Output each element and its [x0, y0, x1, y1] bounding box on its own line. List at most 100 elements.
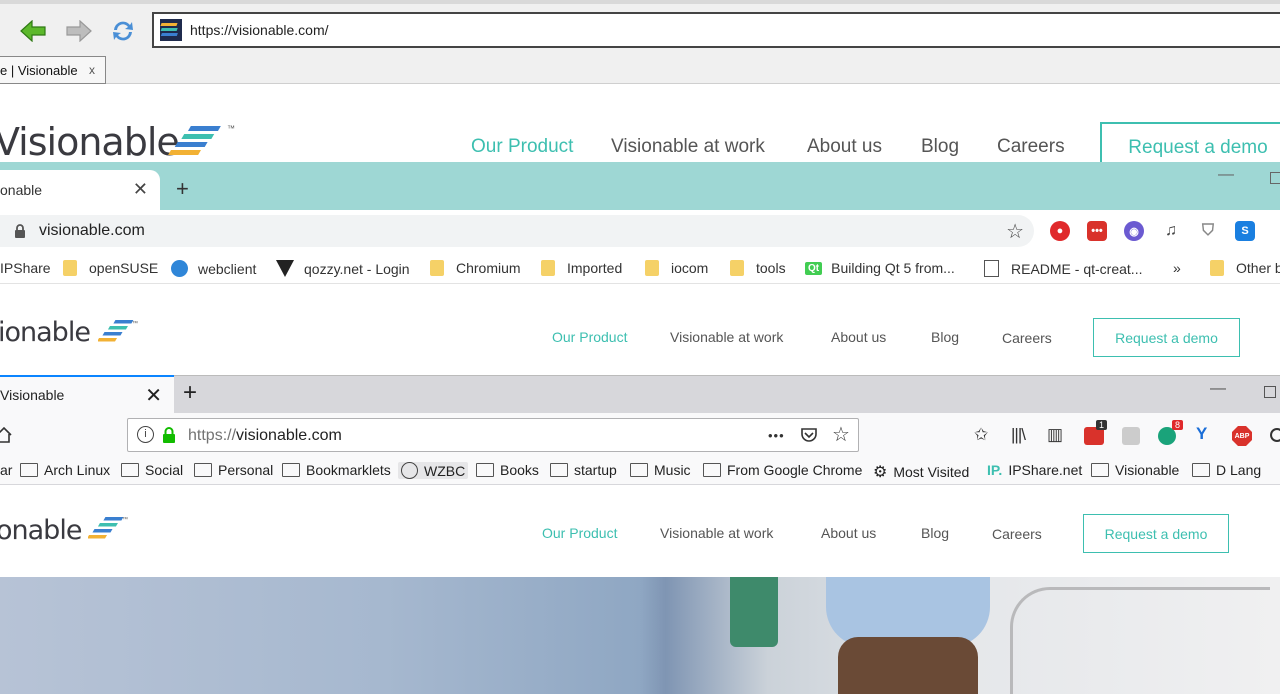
site-logo-text[interactable]: ionable: [0, 317, 91, 348]
browser3-tab-close-icon[interactable]: ✕: [145, 383, 162, 408]
reload-icon: [113, 21, 133, 41]
info-icon[interactable]: i: [137, 426, 154, 443]
nav-careers[interactable]: Careers: [997, 136, 1065, 158]
bookmark-bookmarklets[interactable]: Bookmarklets: [282, 462, 391, 478]
browser3-address-bar[interactable]: i https://visionable.com ••• ☆: [127, 418, 859, 452]
folder-icon: [1091, 463, 1109, 477]
adblock-plus-icon[interactable]: ABP: [1232, 426, 1252, 446]
bookmark-star-icon[interactable]: ☆: [832, 422, 850, 447]
folder-icon: [630, 463, 648, 477]
library-icon[interactable]: |||\: [1011, 425, 1026, 445]
nav-blog[interactable]: Blog: [921, 136, 959, 158]
badge-count-1: 1: [1096, 420, 1108, 430]
nav-our-product[interactable]: Our Product: [552, 329, 627, 345]
bookmark-visionable[interactable]: Visionable: [1091, 462, 1179, 478]
back-button[interactable]: [18, 16, 48, 46]
site-logo-text[interactable]: onable: [0, 515, 82, 546]
bookmark-building-qt[interactable]: Qt Building Qt 5 from...: [805, 260, 955, 276]
bookmark-star-icon[interactable]: ☆: [1006, 219, 1024, 244]
headphones-extension-icon[interactable]: ♫: [1161, 221, 1181, 241]
bookmarks-overflow-icon[interactable]: »: [1173, 260, 1181, 276]
browser3-maximize-icon[interactable]: [1264, 386, 1276, 398]
nav-about-us[interactable]: About us: [807, 136, 882, 158]
dots-extension-icon[interactable]: •••: [1087, 221, 1107, 241]
nav-blog[interactable]: Blog: [931, 329, 959, 345]
folder-icon: [430, 260, 444, 276]
request-demo-button[interactable]: Request a demo: [1083, 514, 1229, 553]
nav-about-us[interactable]: About us: [831, 329, 886, 345]
bookmark-qozzy[interactable]: qozzy.net - Login: [276, 260, 410, 277]
browser2-new-tab-icon[interactable]: +: [176, 176, 189, 202]
browser2-maximize-icon[interactable]: [1270, 172, 1280, 184]
s-extension-icon[interactable]: S: [1235, 221, 1255, 241]
downloads-star-icon[interactable]: ✩: [974, 425, 988, 445]
readme-icon: [984, 260, 999, 277]
stop-extension-icon[interactable]: ●: [1050, 221, 1070, 241]
reload-button[interactable]: [108, 16, 138, 46]
bookmark-personal[interactable]: Personal: [194, 462, 273, 478]
bookmark-most-visited[interactable]: ⚙ Most Visited: [873, 462, 969, 482]
qozzy-icon: [276, 260, 294, 277]
browser2-tab[interactable]: onable ✕: [0, 170, 160, 210]
bookmark-d-lang[interactable]: D Lang: [1192, 462, 1261, 478]
bookmark-webclient[interactable]: webclient: [171, 260, 256, 277]
folder-icon: [63, 260, 77, 276]
bookmark-iocom[interactable]: iocom: [645, 260, 708, 276]
bookmark-from-google-chrome[interactable]: From Google Chrome: [703, 462, 862, 478]
browser2-omnibox[interactable]: visionable.com ☆: [0, 215, 1034, 247]
nav-about-us[interactable]: About us: [821, 525, 876, 541]
bookmark-social[interactable]: Social: [121, 462, 183, 478]
sidebar-icon[interactable]: ▥: [1047, 425, 1063, 445]
home-icon[interactable]: [0, 427, 12, 443]
nav-blog[interactable]: Blog: [921, 525, 949, 541]
browser1-tab-strip: [0, 56, 1280, 84]
bookmark-imported[interactable]: Imported: [541, 260, 622, 276]
folder-icon: [1210, 260, 1224, 276]
nav-careers[interactable]: Careers: [1002, 330, 1052, 346]
folder-icon: [645, 260, 659, 276]
bookmark-chromium[interactable]: Chromium: [430, 260, 521, 276]
browser2-minimize-icon[interactable]: —: [1218, 166, 1234, 184]
bookmark-ar[interactable]: ar: [0, 462, 12, 478]
bookmark-readme[interactable]: README - qt-creat...: [984, 260, 1142, 277]
nav-our-product[interactable]: Our Product: [471, 136, 573, 158]
browser1-tab-title: e | Visionable: [0, 63, 78, 78]
bookmark-arch-linux[interactable]: Arch Linux: [20, 462, 110, 478]
site-logo-text[interactable]: Visionable: [0, 120, 180, 164]
globe-extension-icon[interactable]: ◉: [1124, 221, 1144, 241]
request-demo-button[interactable]: Request a demo: [1093, 318, 1240, 357]
trademark-mark: ™: [227, 124, 235, 133]
nav-visionable-at-work[interactable]: Visionable at work: [670, 329, 783, 345]
nav-visionable-at-work[interactable]: Visionable at work: [611, 136, 765, 158]
y-extension-icon[interactable]: Y: [1196, 424, 1207, 444]
bookmark-other[interactable]: Other b: [1210, 260, 1280, 276]
bookmark-wzbc[interactable]: WZBC: [398, 462, 469, 479]
nav-our-product[interactable]: Our Product: [542, 525, 617, 541]
folder-icon: [282, 463, 300, 477]
bookmark-ipshare-net[interactable]: IP. IPShare.net: [987, 462, 1082, 478]
r-extension-icon[interactable]: [1122, 427, 1140, 445]
page-actions-icon[interactable]: •••: [768, 428, 785, 443]
gear-icon: ⚙: [873, 464, 888, 481]
pocket-icon[interactable]: [800, 427, 818, 443]
shield-extension-icon[interactable]: ⛉: [1198, 221, 1218, 241]
bookmark-opensuse[interactable]: openSUSE: [63, 260, 158, 276]
bookmark-books[interactable]: Books: [476, 462, 539, 478]
browser1-address-bar[interactable]: https://visionable.com/: [152, 12, 1280, 48]
nav-visionable-at-work[interactable]: Visionable at work: [660, 525, 773, 541]
bookmark-ipshare[interactable]: IPShare: [0, 260, 51, 276]
browser1-tab[interactable]: e | Visionable x: [0, 56, 106, 84]
nav-careers[interactable]: Careers: [992, 526, 1042, 542]
browser3-new-tab-icon[interactable]: +: [183, 379, 197, 407]
bookmark-music[interactable]: Music: [630, 462, 691, 478]
bookmark-startup[interactable]: startup: [550, 462, 617, 478]
browser1-tab-close-icon[interactable]: x: [89, 63, 95, 77]
browser3-minimize-icon[interactable]: —: [1210, 380, 1226, 398]
menu-extension-icon[interactable]: [1270, 428, 1280, 442]
forward-button[interactable]: [64, 16, 94, 46]
bookmark-tools[interactable]: tools: [730, 260, 786, 276]
browser3-tab[interactable]: Visionable ✕: [0, 375, 174, 413]
forward-arrow-icon: [66, 20, 92, 42]
browser1-url-text: https://visionable.com/: [190, 22, 329, 38]
browser2-tab-close-icon[interactable]: ✕: [133, 179, 148, 200]
